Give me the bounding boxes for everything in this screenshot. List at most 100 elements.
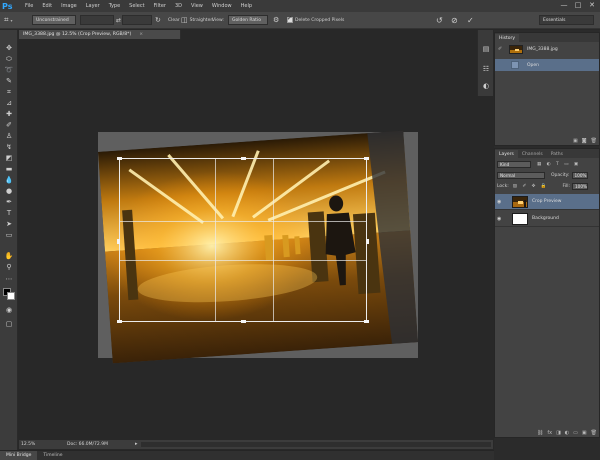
brush-tool-icon[interactable]: ✐ [4, 121, 14, 130]
blend-mode-select[interactable]: Normal [497, 172, 545, 179]
layer-kind-filter[interactable]: Kind [497, 161, 531, 168]
quick-mask-icon[interactable]: ◉ [4, 306, 14, 315]
minimize-button[interactable]: — [560, 1, 568, 10]
layer-filter-icons[interactable]: ▦ ◐ T ▭ ▣ [537, 162, 580, 167]
link-layers-icon[interactable]: ⛓ [537, 430, 543, 436]
menu-type[interactable]: Type [109, 3, 120, 9]
workspace-select[interactable]: Essentials [539, 15, 594, 25]
maximize-button[interactable]: □ [574, 1, 582, 10]
menu-3d[interactable]: 3D [175, 3, 182, 9]
crop-handle-left[interactable] [117, 239, 120, 244]
opacity-input[interactable]: 100% [571, 172, 588, 179]
view-overlay-select[interactable]: Golden Ratio [228, 15, 268, 25]
quick-select-tool-icon[interactable]: ✎ [4, 77, 14, 86]
tab-channels[interactable]: Channels [518, 150, 547, 158]
tab-mini-bridge[interactable]: Mini Bridge [0, 450, 38, 460]
close-button[interactable]: ✕ [588, 1, 596, 10]
shape-tool-icon[interactable]: ▭ [4, 231, 14, 240]
new-document-from-state-icon[interactable]: ▣ [573, 138, 578, 144]
adjustments-panel-icon[interactable]: ◐ [481, 81, 491, 91]
swap-icon[interactable]: ⇄ [116, 17, 121, 24]
eye-icon[interactable]: ◉ [497, 199, 506, 205]
history-panel-icon[interactable]: ▤ [481, 44, 491, 54]
properties-panel-icon[interactable]: ☷ [481, 64, 491, 74]
hand-tool-icon[interactable]: ✋ [4, 252, 14, 261]
eraser-tool-icon[interactable]: ◩ [4, 154, 14, 163]
canvas-area[interactable] [19, 40, 493, 438]
commit-check-icon[interactable]: ✓ [467, 16, 474, 25]
crop-tool-icon[interactable]: ⌗ [4, 88, 14, 97]
tab-layers[interactable]: Layers [495, 150, 518, 158]
crop-handle-top-left[interactable] [117, 157, 122, 160]
height-input[interactable] [122, 15, 152, 25]
menu-help[interactable]: Help [241, 3, 252, 9]
horizontal-scrollbar[interactable] [141, 442, 491, 447]
history-brush-source-icon[interactable]: ✐ [498, 46, 502, 52]
healing-brush-tool-icon[interactable]: ✚ [4, 110, 14, 119]
fill-input[interactable]: 100% [572, 183, 588, 190]
history-brush-tool-icon[interactable]: ↯ [4, 143, 14, 152]
crop-handle-bottom-right[interactable] [364, 320, 369, 323]
reset-icon[interactable]: ↺ [436, 16, 443, 25]
adjustment-layer-icon[interactable]: ◐ [565, 430, 569, 436]
eye-icon[interactable]: ◉ [497, 216, 506, 222]
lock-icons[interactable]: ▨ ✐ ✥ 🔒 [513, 184, 549, 189]
menu-view[interactable]: View [191, 3, 203, 9]
zoom-tool-icon[interactable]: ⚲ [4, 263, 14, 272]
menu-file[interactable]: File [25, 3, 33, 9]
screen-mode-icon[interactable]: ▢ [4, 320, 14, 329]
crop-tool-preset[interactable]: ⌗ ▾ [4, 15, 13, 25]
history-state-open[interactable]: Open [495, 59, 599, 71]
layer-row-crop-preview[interactable]: ◉ Crop Preview [495, 194, 599, 210]
menu-filter[interactable]: Filter [154, 3, 166, 9]
clone-stamp-tool-icon[interactable]: ♙ [4, 132, 14, 141]
zoom-level[interactable]: 12.5% [19, 442, 39, 447]
edit-toolbar-icon[interactable]: ⋯ [4, 275, 14, 284]
path-selection-tool-icon[interactable]: ➤ [4, 220, 14, 229]
new-group-icon[interactable]: ▭ [573, 430, 578, 436]
menu-window[interactable]: Window [212, 3, 232, 9]
ratio-select[interactable]: Unconstrained [32, 15, 76, 25]
straighten-icon[interactable]: ◫ [181, 16, 188, 24]
tab-history[interactable]: History [495, 34, 520, 42]
move-tool-icon[interactable]: ✥ [4, 44, 14, 53]
history-snapshot-row[interactable]: ✐ IMG_3388.jpg [495, 43, 599, 55]
menu-image[interactable]: Image [61, 3, 77, 9]
crop-handle-bottom[interactable] [241, 320, 246, 323]
layer-mask-icon[interactable]: ◨ [556, 430, 561, 436]
type-tool-icon[interactable]: T [4, 209, 14, 218]
background-color-swatch[interactable] [7, 292, 15, 300]
eyedropper-tool-icon[interactable]: ⊿ [4, 99, 14, 108]
menu-edit[interactable]: Edit [42, 3, 52, 9]
crop-handle-right[interactable] [366, 239, 369, 244]
trash-icon[interactable]: 🗑 [591, 430, 597, 436]
crop-handle-top[interactable] [241, 157, 246, 160]
tab-paths[interactable]: Paths [547, 150, 567, 158]
marquee-tool-icon[interactable]: ⬭ [4, 55, 14, 64]
delete-cropped-checkbox[interactable] [287, 15, 293, 23]
blur-tool-icon[interactable]: 💧 [4, 176, 14, 185]
document-size-info[interactable]: Doc: 66.0M/72.9M [67, 442, 108, 447]
document-close-icon[interactable]: × [139, 32, 143, 37]
trash-icon[interactable]: 🗑 [591, 138, 597, 144]
layer-row-background[interactable]: ◉ Background [495, 211, 599, 227]
crop-handle-bottom-left[interactable] [117, 320, 122, 323]
document-tab[interactable]: IMG_3388.jpg @ 12.5% (Crop Preview, RGB/… [19, 30, 181, 39]
crop-box[interactable] [117, 157, 369, 323]
new-layer-icon[interactable]: ▣ [582, 430, 587, 436]
tab-timeline[interactable]: Timeline [37, 451, 68, 460]
width-input[interactable] [80, 15, 114, 25]
layer-style-icon[interactable]: fx [547, 430, 552, 436]
menu-layer[interactable]: Layer [86, 3, 100, 9]
pen-tool-icon[interactable]: ✒ [4, 198, 14, 207]
dodge-tool-icon[interactable]: ● [4, 187, 14, 196]
gradient-tool-icon[interactable]: ▬ [4, 165, 14, 174]
menu-select[interactable]: Select [129, 3, 144, 9]
clear-button[interactable]: Clear [168, 18, 180, 23]
cancel-icon[interactable]: ⊘ [451, 16, 458, 25]
lasso-tool-icon[interactable]: ➰ [4, 66, 14, 75]
camera-snapshot-icon[interactable]: ◙ [582, 138, 587, 144]
status-menu-arrow-icon[interactable]: ▸ [135, 441, 138, 447]
gear-icon[interactable]: ⚙ [273, 16, 279, 24]
crop-handle-top-right[interactable] [364, 157, 369, 160]
